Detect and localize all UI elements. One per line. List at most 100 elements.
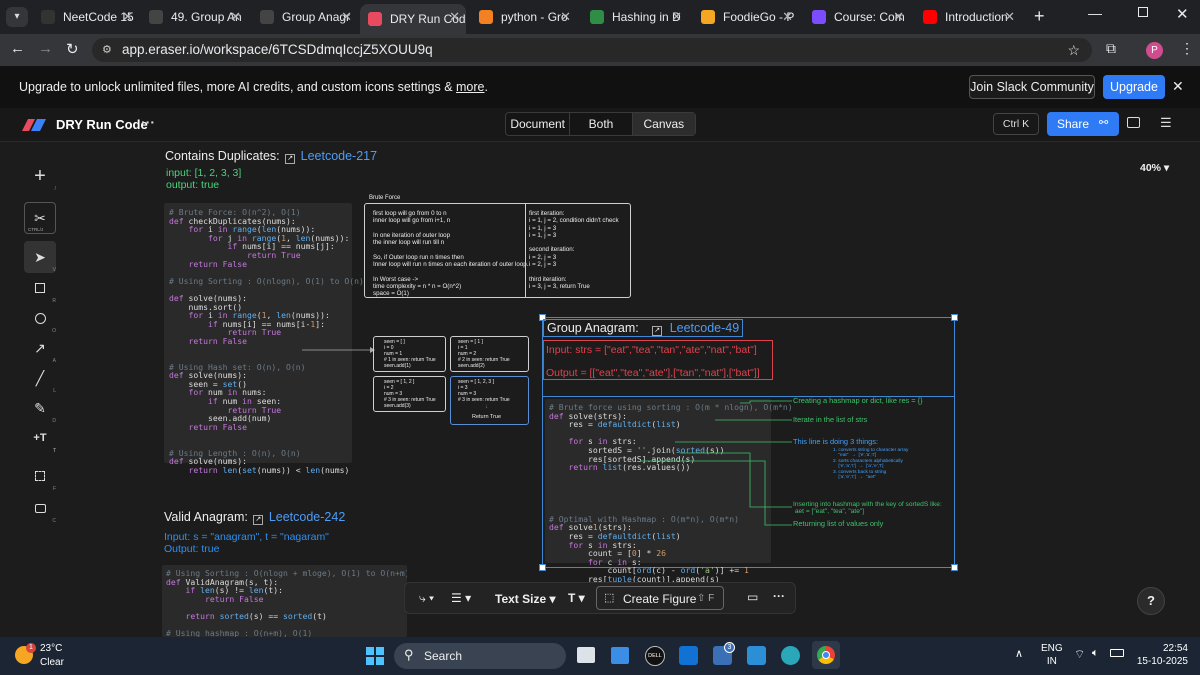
tab-both[interactable]: Both: [569, 113, 631, 135]
arrow-tool-icon[interactable]: ↗ A: [24, 332, 56, 365]
frame-handle[interactable]: [951, 564, 958, 571]
tab-canvas[interactable]: Canvas: [631, 113, 695, 135]
vscode-icon[interactable]: [747, 646, 766, 665]
leetcode-49-link[interactable]: Leetcode-49: [670, 321, 740, 335]
select-tool-icon[interactable]: ➤ V: [24, 241, 56, 273]
browser-menu-icon[interactable]: ⋮: [1180, 40, 1194, 57]
tab-6[interactable]: Hashing in D ✕: [582, 4, 688, 30]
comments-icon[interactable]: [1127, 117, 1140, 128]
seen-box-2[interactable]: seen = [ 1 ] i = 1 num = 2 # 2 in seen: …: [450, 336, 529, 372]
restore-window-button[interactable]: [1138, 7, 1148, 17]
close-tab-icon[interactable]: ✕: [1004, 9, 1015, 25]
banner-more-link[interactable]: more: [456, 80, 484, 94]
tab-7[interactable]: FoodieGo - P ✕: [693, 4, 799, 30]
seen-box-4[interactable]: seen = [ 1, 2, 3 ] i = 3 num = 3 # 3 in …: [450, 376, 529, 425]
brute-force-box[interactable]: first loop will go from 0 to n inner loo…: [364, 203, 631, 298]
back-arrow-icon[interactable]: ←: [10, 40, 25, 57]
note-iterate: Iterate in the list of strs: [793, 415, 868, 424]
add-shape-button[interactable]: + /: [24, 160, 56, 193]
upgrade-button[interactable]: Upgrade: [1103, 75, 1165, 99]
clock[interactable]: 22:54 15-10-2025: [1136, 642, 1188, 668]
reload-icon[interactable]: ↻: [66, 40, 79, 58]
line-style-icon[interactable]: ☰ ▾: [451, 591, 471, 605]
valid-anagram-title: Valid Anagram: ↗ Leetcode-242: [164, 510, 345, 525]
frame-handle[interactable]: [951, 314, 958, 321]
new-tab-button[interactable]: +: [1034, 6, 1045, 27]
tab-document[interactable]: Document: [506, 113, 569, 135]
leetcode-242-link[interactable]: Leetcode-242: [269, 510, 345, 524]
banner-period: .: [484, 80, 488, 94]
site-settings-icon[interactable]: ⚙: [102, 38, 112, 62]
close-banner-icon[interactable]: ✕: [1172, 78, 1184, 95]
comment-tool-icon[interactable]: C: [24, 492, 56, 524]
extensions-icon[interactable]: ⧉: [1106, 40, 1116, 57]
close-tab-icon[interactable]: ✕: [122, 9, 133, 25]
rectangle-tool-icon[interactable]: R: [24, 272, 56, 304]
tab-1[interactable]: NeetCode 15 ✕: [33, 4, 139, 30]
text-format-dropdown[interactable]: T ▾: [568, 591, 585, 605]
edge-icon[interactable]: [781, 646, 800, 665]
volume-icon[interactable]: 🔈︎: [1092, 647, 1099, 660]
help-button[interactable]: ?: [1137, 587, 1165, 615]
create-figure-button[interactable]: ⬚ Create Figure ⇧ F: [596, 586, 724, 610]
outlook-icon[interactable]: [679, 646, 698, 665]
connector-style-icon[interactable]: ⤷ ▾: [419, 591, 434, 606]
tab-search-button[interactable]: ▾: [6, 7, 28, 27]
forward-arrow-icon[interactable]: →: [38, 40, 53, 57]
start-button[interactable]: [366, 647, 384, 665]
close-tab-icon[interactable]: ✕: [893, 9, 904, 25]
seen-box-3[interactable]: seen = [ 1, 2 ] i = 2 num = 3 # 3 in see…: [373, 376, 446, 412]
language-indicator[interactable]: ENG IN: [1041, 642, 1063, 668]
frame-tool-icon[interactable]: F: [24, 460, 56, 492]
profile-avatar[interactable]: P: [1146, 42, 1163, 59]
tools-app-icon[interactable]: 3: [713, 642, 735, 665]
more-options-icon[interactable]: ···: [773, 589, 785, 603]
bookmark-star-icon[interactable]: ☆: [1067, 38, 1080, 62]
close-tab-icon[interactable]: ✕: [230, 9, 241, 25]
command-palette-button[interactable]: Ctrl K: [993, 113, 1039, 135]
text-size-dropdown[interactable]: Text Size ▾: [495, 592, 556, 606]
windows-taskbar: 1 23°C Clear ⚲ Search DELL 3 ∧ ENG IN ⌔ …: [0, 637, 1200, 675]
zoom-control[interactable]: 40% ▾: [1140, 162, 1169, 174]
show-hidden-icons[interactable]: ∧: [1015, 647, 1023, 660]
text-tool-icon[interactable]: +T T: [24, 422, 56, 454]
valid-code-block[interactable]: # Using Sorting : O(nlogn + mloge), O(1)…: [162, 565, 407, 637]
battery-icon[interactable]: [1110, 649, 1124, 657]
tab-9[interactable]: Introduction ✕: [915, 4, 1021, 30]
close-tab-icon[interactable]: ✕: [671, 9, 682, 25]
close-tab-icon[interactable]: ✕: [449, 9, 460, 25]
close-tab-icon[interactable]: ✕: [341, 9, 352, 25]
tab-4[interactable]: DRY Run Cod ✕: [360, 4, 466, 34]
taskbar-search[interactable]: ⚲ Search: [394, 643, 566, 669]
close-tab-icon[interactable]: ✕: [560, 9, 571, 25]
circle-tool-icon[interactable]: O: [24, 302, 56, 334]
close-tab-icon[interactable]: ✕: [782, 9, 793, 25]
line-tool-icon[interactable]: ╱ L: [24, 362, 56, 395]
file-menu-button[interactable]: ···: [141, 114, 155, 130]
close-window-button[interactable]: ✕: [1176, 5, 1189, 23]
tab-2[interactable]: 49. Group An ✕: [141, 4, 247, 30]
task-view-icon[interactable]: [577, 647, 595, 663]
store-icon[interactable]: [611, 647, 629, 664]
scissors-icon[interactable]: ✂ CTRL/J: [24, 202, 56, 234]
weather-widget[interactable]: 1 23°C Clear: [10, 641, 90, 671]
seen-box-1[interactable]: seen = [ ] i = 0 num = 1 # 1 in seen: re…: [373, 336, 446, 372]
dell-icon[interactable]: DELL: [645, 646, 665, 666]
drawing-canvas[interactable]: + / ✂ CTRL/J ➤ V R O ↗ A ╱ L ✎ D +T T F C 40% ▾…: [0, 142, 1200, 637]
url-bar[interactable]: ⚙ app.eraser.io/workspace/6TCSDdmqIccjZ5…: [92, 38, 1092, 62]
leetcode-217-link[interactable]: Leetcode-217: [301, 149, 377, 163]
tab-3[interactable]: Group Anagr ✕: [252, 4, 358, 30]
frame-handle[interactable]: [539, 564, 546, 571]
minimize-window-button[interactable]: —: [1088, 5, 1102, 21]
join-slack-button[interactable]: Join Slack Community: [969, 75, 1095, 99]
tab-5[interactable]: python - Gro ✕: [471, 4, 577, 30]
chrome-icon[interactable]: [812, 641, 840, 669]
pen-tool-icon[interactable]: ✎ D: [24, 392, 56, 425]
file-name[interactable]: DRY Run Code: [56, 117, 148, 132]
tab-8[interactable]: Course: Com ✕: [804, 4, 910, 30]
outline-panel-icon[interactable]: ☰: [1160, 115, 1172, 131]
wifi-icon[interactable]: ⌔: [1074, 647, 1085, 662]
share-button[interactable]: Share ⚯: [1047, 112, 1119, 136]
contains-code-block[interactable]: # Brute Force: O(n^2), O(1) def checkDupl…: [164, 203, 364, 474]
add-comment-icon[interactable]: ▭: [747, 590, 758, 604]
